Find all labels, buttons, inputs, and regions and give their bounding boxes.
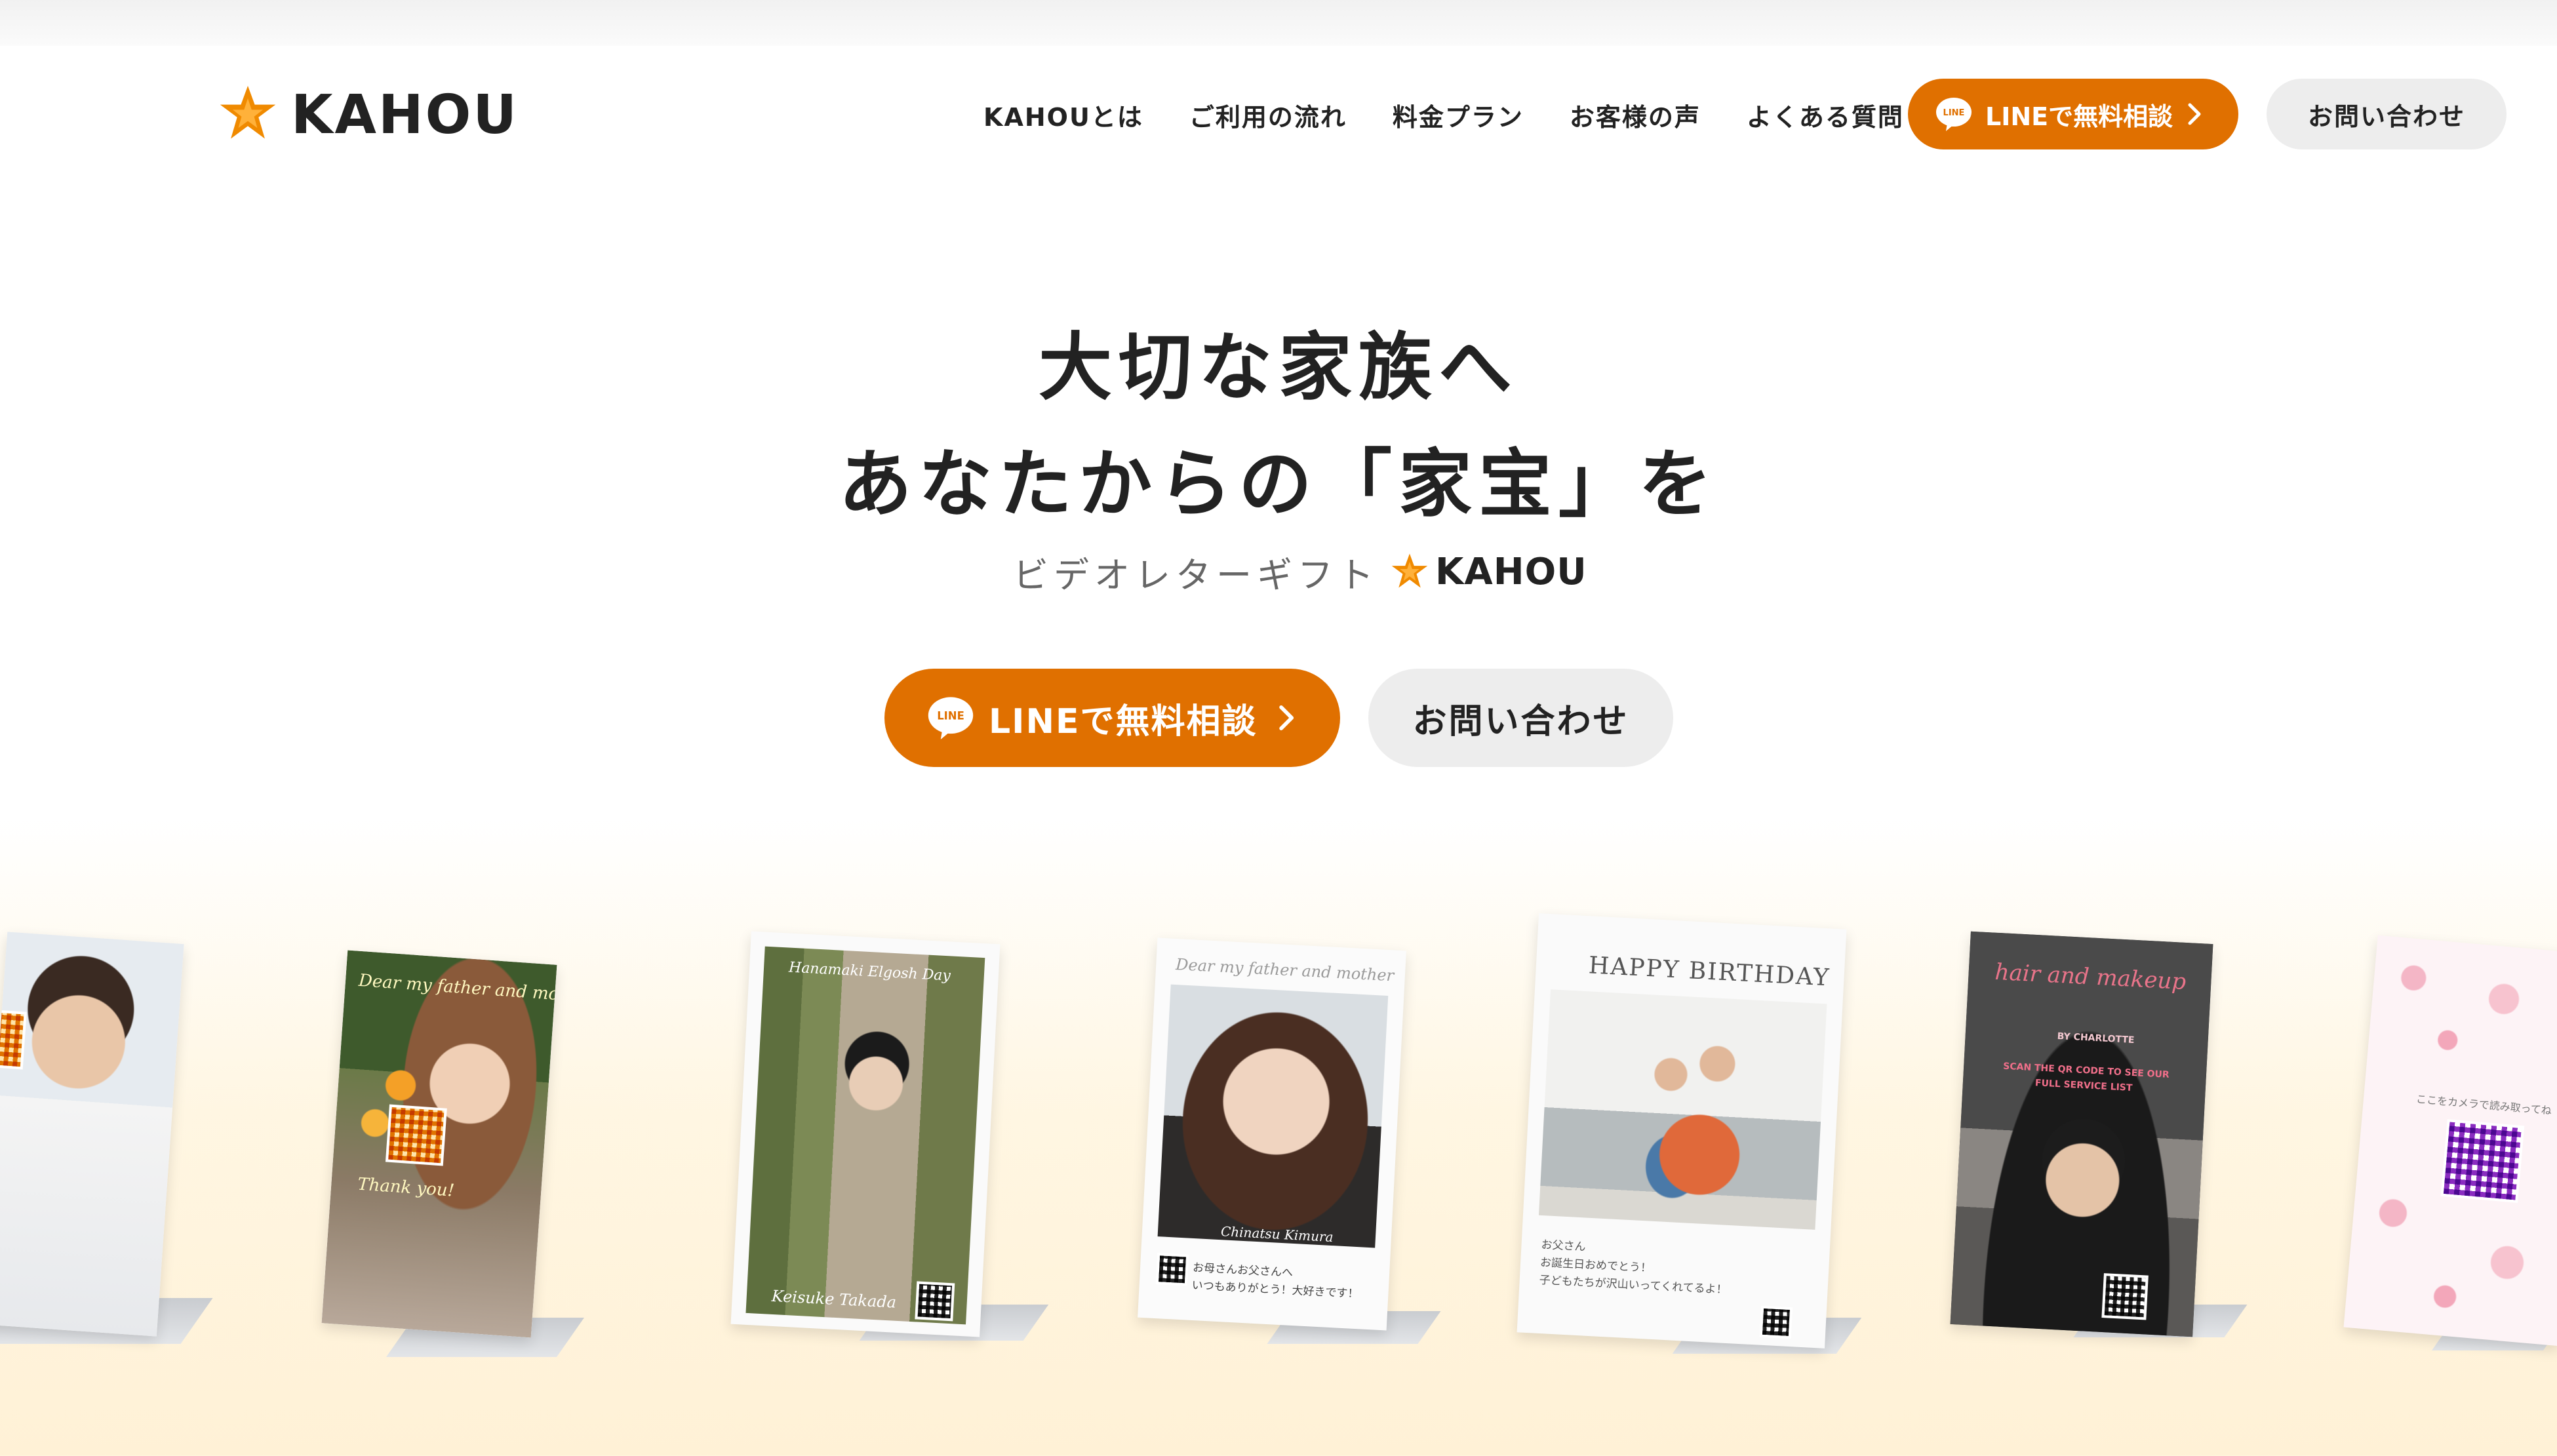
- product-card-3: Hanamaki Elgosh Day Keisuke Takada: [715, 931, 1049, 1377]
- hero-subtitle: ビデオレターギフト KAHOU: [1013, 547, 1587, 597]
- card-message: 子どもたちが沢山いってくれてるよ！: [1539, 1273, 1728, 1297]
- card-frame: Dear my father and mother Thank you!: [321, 950, 557, 1338]
- star-burst-logo-icon: [1391, 553, 1428, 588]
- card-frame: Hanamaki Elgosh Day Keisuke Takada: [730, 931, 1001, 1337]
- card-script-text: Dear my father and mother: [1175, 954, 1395, 985]
- chevron-right-icon: [2188, 103, 2201, 125]
- card-title: HAPPY BIRTHDAY: [1587, 952, 1831, 992]
- main-nav: KAHOUとは ご利用の流れ 料金プラン お客様の声 よくある質問: [983, 92, 1950, 138]
- card-photo: [0, 932, 184, 1337]
- product-card-7: ここをカメラで読み取ってね: [2343, 935, 2557, 1383]
- line-consult-button-header[interactable]: LINE LINEで無料相談: [1908, 79, 2238, 149]
- contact-button-hero[interactable]: お問い合わせ: [1368, 669, 1673, 767]
- product-card-6: hair and makeup BY CHARLOTTE SCAN THE QR…: [1941, 931, 2248, 1377]
- product-card-5: HAPPY BIRTHDAY お父さん お誕生日おめでとう！ 子どもたちが沢山い…: [1501, 911, 1869, 1383]
- card-message: いつもありがとう！大好きです！: [1191, 1278, 1359, 1301]
- browser-top-strip: [0, 0, 2557, 46]
- card-photo: [1538, 989, 1827, 1230]
- contact-button-header[interactable]: お問い合わせ: [2267, 79, 2507, 149]
- card-message: お父さん: [1541, 1238, 1587, 1254]
- qr-code: [1759, 1305, 1793, 1339]
- qr-code: [385, 1104, 447, 1166]
- nav-item-faq[interactable]: よくある質問: [1747, 97, 1904, 133]
- nav-item-flow[interactable]: ご利用の流れ: [1189, 97, 1347, 133]
- star-burst-logo-icon: [220, 85, 276, 139]
- logo-wordmark: KAHOU: [291, 83, 519, 146]
- hero-subtitle-text: ビデオレターギフト: [1013, 555, 1379, 596]
- qr-code: [1155, 1253, 1189, 1286]
- chevron-right-icon: [1279, 705, 1294, 730]
- card-frame: Dear my father and mother Chinatsu Kimur…: [1138, 937, 1406, 1331]
- svg-text:LINE: LINE: [1943, 108, 1965, 118]
- product-card-2: Dear my father and mother Thank you!: [315, 950, 590, 1370]
- nav-item-about[interactable]: KAHOUとは: [983, 97, 1143, 133]
- card-photo: [745, 946, 985, 1325]
- line-consult-button-hero[interactable]: LINE LINEで無料相談: [884, 669, 1340, 767]
- product-card-1: [0, 931, 213, 1377]
- qr-code: [2440, 1119, 2525, 1203]
- nav-item-pricing[interactable]: 料金プラン: [1393, 97, 1524, 133]
- svg-text:LINE: LINE: [937, 710, 964, 722]
- line-consult-label: LINEで無料相談: [989, 701, 1258, 741]
- hero-title-line1: 大切な家族へ: [1039, 325, 1518, 410]
- nav-item-reviews[interactable]: お客様の声: [1570, 97, 1701, 133]
- site-logo[interactable]: KAHOU: [216, 82, 519, 148]
- qr-code: [2101, 1273, 2149, 1320]
- qr-code: [915, 1281, 955, 1322]
- line-chat-icon: LINE: [1936, 98, 1972, 131]
- card-frame: ここをカメラで読み取ってね: [2343, 935, 2557, 1347]
- card-photo: [1157, 984, 1389, 1248]
- card-frame: [0, 932, 184, 1337]
- product-card-4: Dear my father and mother Chinatsu Kimur…: [1115, 937, 1442, 1370]
- card-message: ここをカメラで読み取ってね: [2415, 1092, 2552, 1117]
- line-consult-label: LINEで無料相談: [1985, 102, 2173, 131]
- card-frame: HAPPY BIRTHDAY お父さん お誕生日おめでとう！ 子どもたちが沢山い…: [1516, 913, 1847, 1348]
- hero-title-line2: あなたからの「家宝」を: [839, 442, 1718, 527]
- card-frame: hair and makeup BY CHARLOTTE SCAN THE QR…: [1950, 931, 2213, 1337]
- line-chat-icon: LINE: [928, 697, 974, 739]
- qr-code: [0, 1010, 27, 1070]
- hero-subtitle-logo: KAHOU: [1435, 551, 1587, 593]
